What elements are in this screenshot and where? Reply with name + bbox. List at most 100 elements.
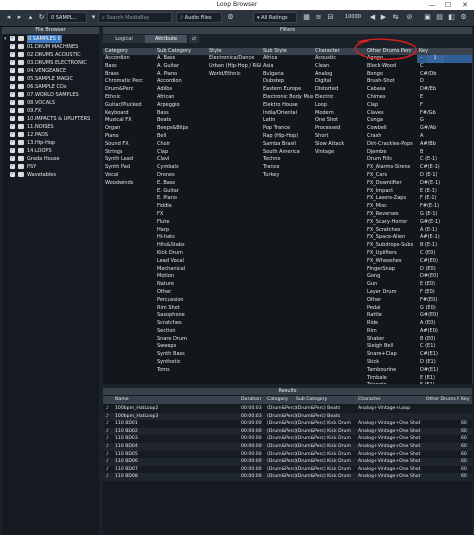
table-row[interactable]: ♪ 100bpm_HatLoop2 00:00:03 (Drum&Perc) (Drum…: [103, 405, 472, 413]
checkbox[interactable]: ✓: [10, 172, 15, 177]
col-duration[interactable]: Duration: [241, 396, 261, 404]
filter-option[interactable]: Cowbell: [365, 125, 417, 133]
filter-option[interactable]: FX_Scary-Horror: [365, 219, 417, 227]
filter-option[interactable]: D (E1): [417, 359, 472, 367]
layout-toggle-icon[interactable]: ◧: [446, 12, 457, 23]
filter-option[interactable]: Lead Vocal: [155, 258, 207, 266]
filter-option[interactable]: Sound FX: [103, 141, 155, 149]
filter-option[interactable]: A (E0): [417, 320, 472, 328]
filter-option[interactable]: Beats: [155, 117, 207, 125]
filter-option[interactable]: FX_Impact: [365, 188, 417, 196]
shuffle-icon[interactable]: ⇆: [390, 12, 401, 23]
filter-option[interactable]: F#/Gb: [417, 110, 472, 118]
filter-option[interactable]: Analog: [313, 71, 365, 79]
filter-option[interactable]: Trance: [261, 164, 313, 172]
media-type-dropdown[interactable]: ♪ Audio Files: [176, 12, 222, 23]
filter-option[interactable]: A. Bass: [155, 55, 207, 63]
filter-option[interactable]: Block-Wood: [365, 63, 417, 71]
tree-item[interactable]: ▸✓03.DRUMS ELECTRONIC: [6, 59, 99, 67]
filter-option[interactable]: A (E-1): [417, 227, 472, 235]
checkbox[interactable]: ✓: [10, 76, 15, 81]
filter-option[interactable]: F (E-1): [417, 195, 472, 203]
filter-option[interactable]: D: [417, 78, 472, 86]
filter-option[interactable]: Piano: [103, 133, 155, 141]
filter-option[interactable]: Accordion: [103, 55, 155, 63]
filter-option[interactable]: Timbale: [365, 375, 417, 383]
filter-option[interactable]: Stick: [365, 359, 417, 367]
filter-option[interactable]: Layer Drum: [365, 289, 417, 297]
filter-option[interactable]: A: [417, 133, 472, 141]
filter-option[interactable]: Bell: [155, 133, 207, 141]
filter-option[interactable]: Clap: [155, 149, 207, 157]
filter-option[interactable]: Slow Attack: [313, 141, 365, 149]
filter-option[interactable]: Drum&Perc: [103, 86, 155, 94]
filter-option[interactable]: E (E-1): [417, 188, 472, 196]
filter-option[interactable]: Electric: [313, 94, 365, 102]
checkbox[interactable]: ✓: [10, 68, 15, 73]
filter-option[interactable]: Turkey: [261, 172, 313, 180]
tree-item[interactable]: ▸✓05.SAMPLE MAGIC: [6, 75, 99, 83]
tree-item[interactable]: ▸✓10.IMPACTS & UPLIFTERS: [6, 115, 99, 123]
filter-option[interactable]: G (E0): [417, 305, 472, 313]
filter-option[interactable]: Agogo: [365, 55, 417, 63]
filter-option[interactable]: Synth Pad: [103, 164, 155, 172]
filter-option[interactable]: Beeps&Blips: [155, 125, 207, 133]
filter-option[interactable]: Percussion: [155, 297, 207, 305]
filter-option[interactable]: Sweeps: [155, 343, 207, 351]
filter-option[interactable]: C#(E1): [417, 351, 472, 359]
filter-option[interactable]: C (E-1): [417, 156, 472, 164]
filter-option[interactable]: G#(E0): [417, 312, 472, 320]
col-name[interactable]: Name: [115, 396, 129, 404]
filter-option[interactable]: Rim Shot: [155, 305, 207, 313]
filter-option[interactable]: World/Ethnic: [207, 71, 261, 79]
filter-option[interactable]: E (E1): [417, 375, 472, 383]
filter-option[interactable]: Pedal: [365, 305, 417, 313]
checkbox[interactable]: ✓: [10, 140, 15, 145]
filter-option[interactable]: Latin: [261, 117, 313, 125]
checkbox[interactable]: ✓: [10, 164, 15, 169]
filter-option[interactable]: G#/Ab: [417, 125, 472, 133]
filter-option[interactable]: F#(E0): [417, 297, 472, 305]
filter-option[interactable]: Gong: [365, 273, 417, 281]
tree-item[interactable]: ▸✓08.VOCALS: [6, 99, 99, 107]
filter-option[interactable]: Processed: [313, 125, 365, 133]
filter-option[interactable]: Synth Bass: [155, 351, 207, 359]
settings-icon[interactable]: ⚙: [225, 12, 236, 23]
filter-option[interactable]: Urban (Hip-Hop / R&B): [207, 63, 261, 71]
filter-option[interactable]: Djembe: [365, 149, 417, 157]
filter-option[interactable]: E: [417, 94, 472, 102]
filter-option[interactable]: Accordion: [155, 78, 207, 86]
filter-option[interactable]: Kick Drum: [155, 250, 207, 258]
table-row[interactable]: ♪ 100bpm_HatLoop3 00:00:03 (Drum&Perc) (Drum…: [103, 412, 472, 421]
filter-option[interactable]: FX: [155, 211, 207, 219]
table-row[interactable]: ♪ 110 BD05 00:00:00 (Drum&Perc) (Drum&Perc) …: [103, 451, 472, 459]
filter-option[interactable]: B: [417, 149, 472, 157]
filter-option[interactable]: Snare Drum: [155, 336, 207, 344]
previous-icon[interactable]: ◀: [367, 12, 378, 23]
checkbox[interactable]: ✓: [10, 156, 15, 161]
checkbox[interactable]: ✓: [10, 44, 15, 49]
tree-item[interactable]: ▸✓Grada House: [6, 155, 99, 163]
tree-item[interactable]: ▸✓PSY: [6, 163, 99, 171]
filter-option[interactable]: Scratches: [155, 320, 207, 328]
table-row[interactable]: ♪ 110 BD02 00:00:00 (Drum&Perc) (Drum&Perc) …: [103, 427, 472, 436]
table-row[interactable]: ♪ 110 BD01 00:00:00 (Drum&Perc) (Drum&Perc) …: [103, 420, 472, 428]
filter-option[interactable]: Elektro House: [261, 102, 313, 110]
filter-option[interactable]: Cymbals: [155, 164, 207, 172]
forward-icon[interactable]: ▸: [14, 12, 25, 23]
filter-option[interactable]: F: [417, 102, 472, 110]
filter-option[interactable]: Bass: [103, 63, 155, 71]
filter-option[interactable]: Claves: [365, 110, 417, 118]
filter-option[interactable]: A#(E-1): [417, 234, 472, 242]
filter-option[interactable]: Arpeggio: [155, 102, 207, 110]
filter-option[interactable]: Vintage: [313, 149, 365, 157]
filter-option[interactable]: Adlibs: [155, 86, 207, 94]
filter-option[interactable]: E. Guitar: [155, 188, 207, 196]
layout-icon[interactable]: ▣: [422, 12, 433, 23]
filter-option[interactable]: Modern: [313, 110, 365, 118]
filter-option[interactable]: A. Piano: [155, 71, 207, 79]
filter-option[interactable]: Africa: [261, 55, 313, 63]
table-row[interactable]: ♪ 110 BD04 00:00:00 (Drum&Perc) (Drum&Perc) …: [103, 443, 472, 451]
filter-option[interactable]: Asia: [261, 63, 313, 71]
filter-option[interactable]: Keyboard: [103, 110, 155, 118]
